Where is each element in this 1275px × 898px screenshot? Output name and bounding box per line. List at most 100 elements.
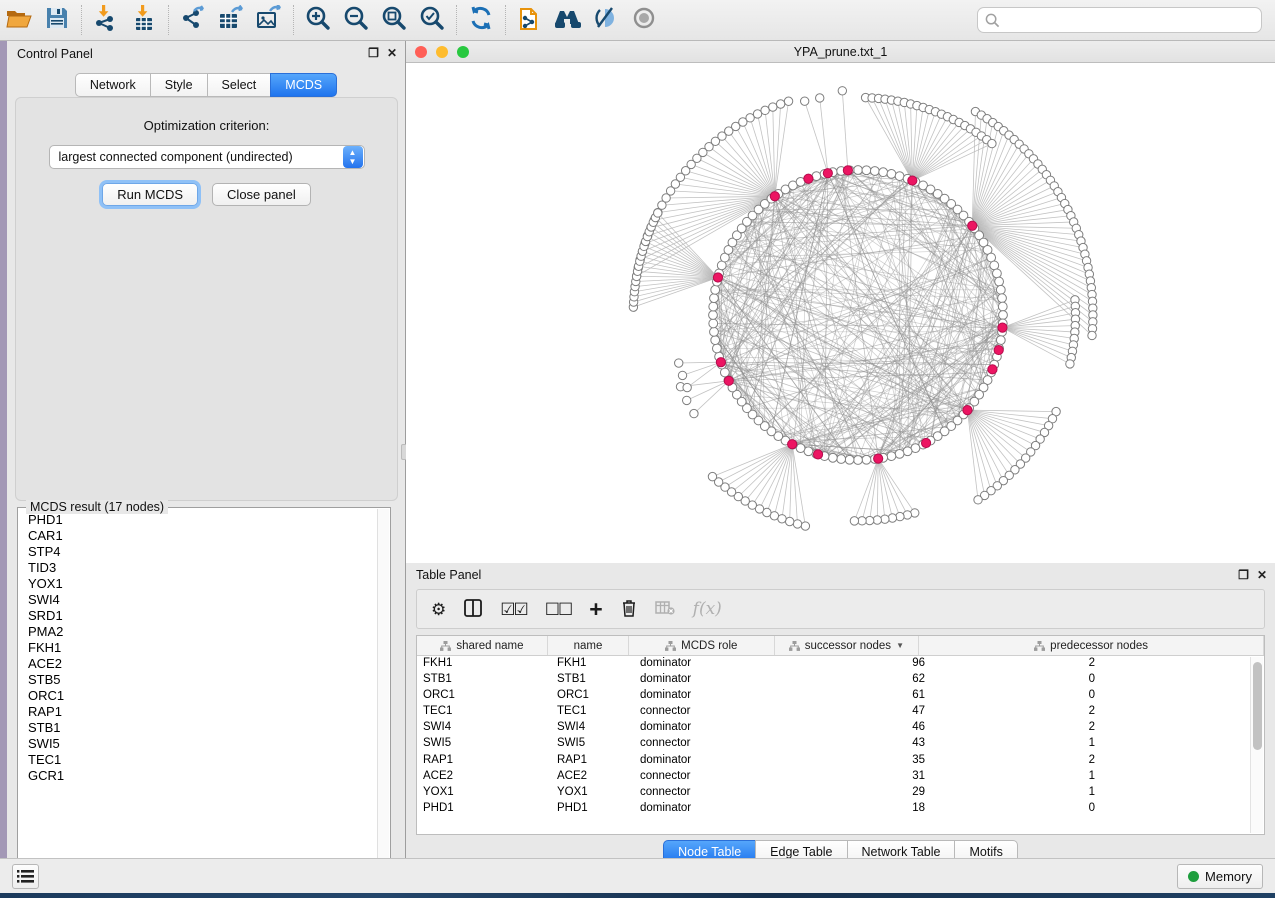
close-panel-button[interactable]: Close panel <box>212 183 311 206</box>
mcds-result-item[interactable]: RAP1 <box>20 704 376 720</box>
table-row[interactable]: ACE2ACE2connector311 <box>417 769 1264 785</box>
delete-columns-trash-icon[interactable] <box>621 599 637 620</box>
task-history-button[interactable] <box>12 864 39 889</box>
mcds-result-item[interactable]: TEC1 <box>20 752 376 768</box>
delete-table-icon[interactable] <box>655 600 675 619</box>
table-panel-header: Table Panel ❒ ✕ <box>406 563 1275 587</box>
zoom-in-button[interactable] <box>299 3 337 37</box>
table-scrollbar-thumb[interactable] <box>1253 662 1262 750</box>
tab-select[interactable]: Select <box>207 73 271 97</box>
table-settings-gear-icon[interactable]: ⚙ <box>431 601 446 618</box>
network-window-titlebar[interactable]: YPA_prune.txt_1 <box>406 41 1275 63</box>
mcds-result-item[interactable]: SWI5 <box>20 736 376 752</box>
table-row[interactable]: ORC1ORC1dominator610 <box>417 688 1264 704</box>
tab-mcds[interactable]: MCDS <box>270 73 337 97</box>
table-row[interactable]: STB1STB1dominator620 <box>417 672 1264 688</box>
import-network-button[interactable] <box>87 3 125 37</box>
export-image-button[interactable] <box>250 3 288 37</box>
mcds-result-item[interactable]: FKH1 <box>20 640 376 656</box>
cell-successors: 61 <box>783 688 931 704</box>
column-header-successor-nodes[interactable]: successor nodes▼ <box>775 636 920 655</box>
global-search-field[interactable] <box>977 7 1262 33</box>
mcds-result-list: PHD1CAR1STP4TID3YOX1SWI4SRD1PMA2FKH1ACE2… <box>20 512 376 876</box>
zoom-fit-button[interactable] <box>375 3 413 37</box>
table-row[interactable]: PHD1PHD1dominator180 <box>417 801 1264 817</box>
mcds-result-item[interactable]: ORC1 <box>20 688 376 704</box>
mcds-result-item[interactable]: GCR1 <box>20 768 376 784</box>
run-mcds-button[interactable]: Run MCDS <box>102 183 198 206</box>
cell-successors: 43 <box>783 736 931 752</box>
mcds-result-item[interactable]: PHD1 <box>20 512 376 528</box>
save-session-button[interactable] <box>38 3 76 37</box>
control-panel-tabs: NetworkStyleSelectMCDS <box>7 73 405 97</box>
table-row[interactable]: SWI4SWI4dominator462 <box>417 720 1264 736</box>
export-network-icon <box>180 5 206 36</box>
tab-network[interactable]: Network <box>75 73 150 97</box>
cell-shared_name: SWI4 <box>417 720 551 736</box>
mcds-result-item[interactable]: CAR1 <box>20 528 376 544</box>
share-document-button[interactable] <box>511 3 549 37</box>
export-table-button[interactable] <box>212 3 250 37</box>
mcds-result-item[interactable]: TID3 <box>20 560 376 576</box>
mcds-result-item[interactable]: STB1 <box>20 720 376 736</box>
show-columns-icon[interactable] <box>464 599 482 620</box>
mcds-result-item[interactable]: STB5 <box>20 672 376 688</box>
cell-role: dominator <box>634 672 783 688</box>
eye-icon <box>630 7 658 34</box>
column-header-name[interactable]: name <box>548 636 629 655</box>
column-header-shared-name[interactable]: shared name <box>417 636 548 655</box>
search-input[interactable] <box>1000 10 1261 30</box>
column-header-predecessor-nodes[interactable]: predecessor nodes <box>919 636 1264 655</box>
function-builder-icon[interactable]: f(x) <box>693 599 722 619</box>
open-folder-icon <box>6 7 32 34</box>
hide-annotations-button[interactable] <box>587 3 625 37</box>
table-row[interactable]: YOX1YOX1connector291 <box>417 785 1264 801</box>
toolbar-separator <box>293 5 294 35</box>
show-eye-button[interactable] <box>625 3 663 37</box>
zoom-selected-button[interactable] <box>413 3 451 37</box>
table-row[interactable]: RAP1RAP1dominator352 <box>417 753 1264 769</box>
mcds-result-scrollbar[interactable] <box>377 509 389 877</box>
mcds-result-item[interactable]: YOX1 <box>20 576 376 592</box>
tab-style[interactable]: Style <box>150 73 207 97</box>
cell-predecessors: 1 <box>931 769 1101 785</box>
table-row[interactable]: TEC1TEC1connector472 <box>417 704 1264 720</box>
table-row[interactable]: SWI5SWI5connector431 <box>417 736 1264 752</box>
cell-name: PHD1 <box>551 801 634 817</box>
open-file-button[interactable] <box>0 3 38 37</box>
create-column-plus-icon[interactable]: + <box>589 598 602 621</box>
cell-successors: 29 <box>783 785 931 801</box>
table-row[interactable]: FKH1FKH1dominator962 <box>417 656 1264 672</box>
import-table-button[interactable] <box>125 3 163 37</box>
table-scrollbar[interactable] <box>1250 657 1263 833</box>
unselect-all-columns-icon[interactable]: ☐☐ <box>545 601 571 618</box>
zoom-out-button[interactable] <box>337 3 375 37</box>
memory-button[interactable]: Memory <box>1177 864 1263 889</box>
select-all-columns-icon[interactable]: ☑☑ <box>500 601 526 618</box>
cell-shared_name: PHD1 <box>417 801 551 817</box>
close-panel-icon[interactable]: ✕ <box>387 47 397 59</box>
task-list-icon <box>17 870 34 883</box>
float-panel-icon[interactable]: ❒ <box>368 47 379 59</box>
optimization-criterion-select[interactable]: largest connected component (undirected)… <box>49 145 365 169</box>
mcds-result-item[interactable]: ACE2 <box>20 656 376 672</box>
mcds-result-item[interactable]: PMA2 <box>20 624 376 640</box>
sort-desc-icon: ▼ <box>896 641 904 650</box>
mcds-result-item[interactable]: SRD1 <box>20 608 376 624</box>
network-canvas[interactable] <box>406 63 1275 562</box>
mcds-result-item[interactable]: STP4 <box>20 544 376 560</box>
column-header-MCDS-role[interactable]: MCDS role <box>629 636 775 655</box>
toolbar-separator <box>505 5 506 35</box>
export-image-icon <box>256 5 282 36</box>
search-binoculars-button[interactable] <box>549 3 587 37</box>
control-panel: Control Panel ❒ ✕ NetworkStyleSelectMCDS… <box>7 41 406 858</box>
floppy-disk-icon <box>46 7 68 34</box>
zoom-in-icon <box>305 5 331 36</box>
refresh-layout-button[interactable] <box>462 3 500 37</box>
mcds-result-item[interactable]: SWI4 <box>20 592 376 608</box>
float-panel-icon[interactable]: ❒ <box>1238 569 1249 581</box>
export-network-button[interactable] <box>174 3 212 37</box>
zoom-selected-icon <box>419 5 445 36</box>
close-panel-icon[interactable]: ✕ <box>1257 569 1267 581</box>
cell-shared_name: RAP1 <box>417 753 551 769</box>
